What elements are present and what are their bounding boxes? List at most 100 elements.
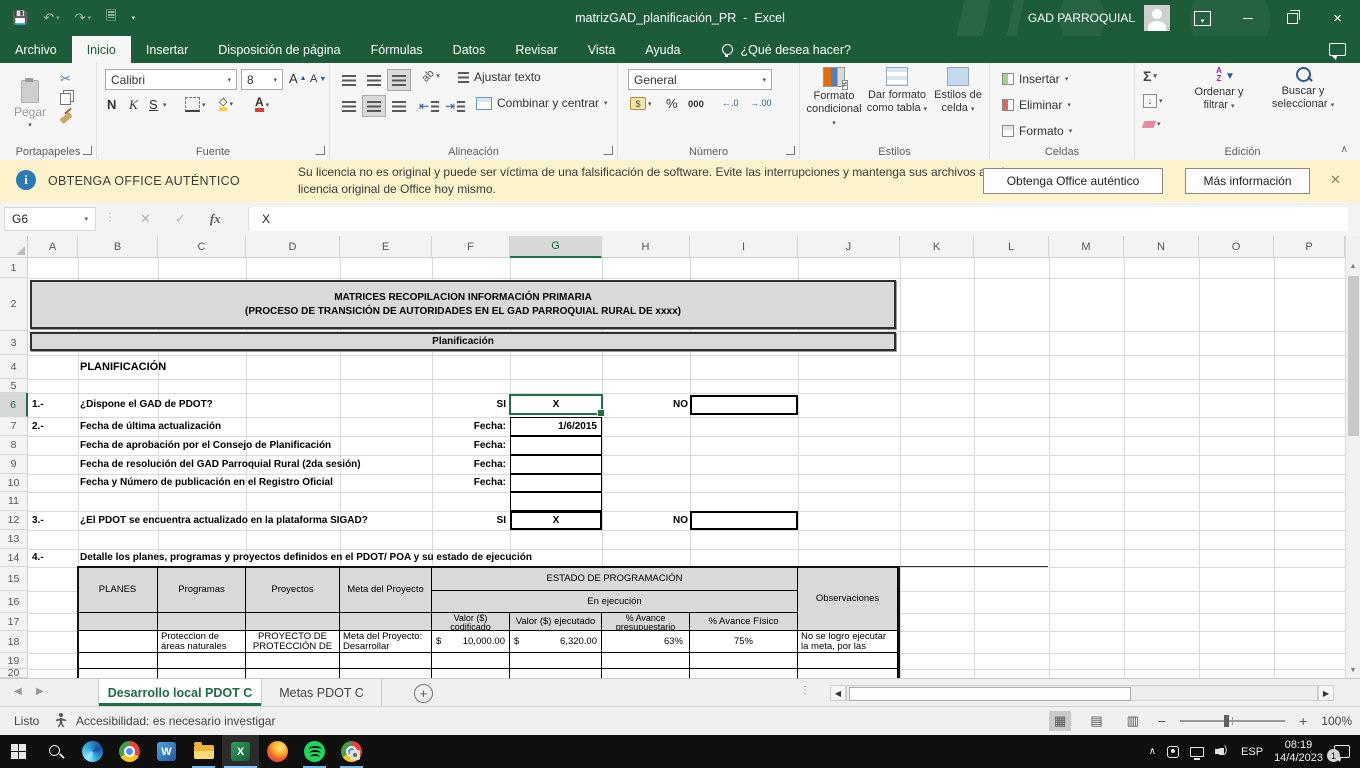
taskbar-excel[interactable] (222, 735, 259, 768)
row-header-13[interactable]: 13 (0, 530, 28, 549)
row-header-15[interactable]: 15 (0, 567, 28, 591)
cell-q4-date-box[interactable] (510, 455, 602, 474)
ribbon-display-options-icon[interactable]: ▾ (1180, 0, 1225, 36)
table-cell-meta[interactable]: Meta del Proyecto:Desarrollar (340, 631, 432, 653)
tab-insertar[interactable]: Insertar (131, 36, 203, 63)
column-header-E[interactable]: E (340, 236, 432, 258)
wrap-text-button[interactable]: Ajustar texto (458, 70, 541, 84)
decrease-indent-icon[interactable]: ⇤ (418, 96, 440, 116)
font-color-icon[interactable]: A▾ (255, 97, 269, 112)
format-painter-icon[interactable] (60, 115, 72, 121)
increase-indent-icon[interactable]: ⇥ (444, 96, 466, 116)
column-header-H[interactable]: H (602, 236, 690, 258)
dialog-launcher-icon[interactable] (83, 146, 92, 155)
align-bottom-icon[interactable] (388, 70, 410, 90)
collapse-ribbon-icon[interactable]: ∧ (1341, 144, 1348, 155)
hscroll-left-icon[interactable]: ◀ (830, 685, 846, 701)
cell-q1-text[interactable]: ¿Dispone el GAD de PDOT? (80, 393, 213, 417)
accounting-format-icon[interactable]: $▾ (630, 97, 652, 110)
taskbar-firefox[interactable] (259, 735, 296, 768)
row-header-4[interactable]: 4 (0, 355, 28, 379)
zoom-out-icon[interactable]: − (1158, 713, 1166, 729)
taskbar-chrome-profile[interactable] (333, 735, 370, 768)
table-cell-avance-presupuestario[interactable]: 63% (602, 631, 690, 653)
dialog-launcher-icon[interactable] (316, 146, 325, 155)
minimize-button[interactable] (1225, 0, 1270, 36)
column-header-K[interactable]: K (900, 236, 974, 258)
column-header-G[interactable]: G (510, 236, 602, 258)
percent-style-icon[interactable]: % (666, 96, 678, 111)
formula-input[interactable]: X (248, 207, 1348, 231)
row-header-8[interactable]: 8 (0, 436, 28, 455)
fill-color-icon[interactable]: ◇▾ (219, 97, 233, 111)
cell-q3-text[interactable]: Fecha de aprobación por el Consejo de Pl… (80, 436, 331, 455)
close-warning-icon[interactable]: ✕ (1330, 172, 1341, 188)
row-header-2[interactable]: 2 (0, 278, 28, 331)
cell-q5-fecha-label[interactable]: Fecha: (432, 474, 506, 492)
cell-q1-number[interactable]: 1.- (32, 393, 44, 417)
table-cell-empty[interactable] (798, 669, 898, 678)
fill-icon[interactable]: ↓▾ (1143, 94, 1163, 108)
cell-q1-no-label[interactable]: NO (602, 393, 688, 417)
taskbar-chrome[interactable] (111, 735, 148, 768)
format-cells-button[interactable]: Formato▾ (1002, 120, 1072, 142)
table-cell-empty[interactable] (798, 653, 898, 669)
table-cell-empty[interactable] (340, 653, 432, 669)
delete-cells-button[interactable]: Eliminar▾ (1002, 94, 1071, 116)
align-left-icon[interactable] (338, 96, 360, 116)
cell-q6-number[interactable]: 3.- (32, 511, 44, 530)
comments-icon[interactable] (1329, 43, 1346, 56)
taskbar-word[interactable] (148, 735, 185, 768)
table-header-programas[interactable]: Programas (158, 567, 246, 613)
column-header-A[interactable]: A (28, 236, 78, 258)
font-size-select[interactable]: 8▾ (241, 69, 283, 90)
cell-q2-text[interactable]: Fecha de última actualización (80, 417, 221, 436)
page-break-view-icon[interactable]: ▥ (1122, 711, 1144, 731)
get-genuine-office-button[interactable]: Obtenga Office auténtico (983, 168, 1163, 194)
table-header-avance-presupuestario[interactable]: % Avancepresupuestario (602, 613, 690, 631)
cell-q4-text[interactable]: Fecha de resolución del GAD Parroquial R… (80, 455, 361, 474)
table-cell-empty[interactable] (510, 669, 602, 678)
bold-button[interactable]: N (107, 97, 116, 112)
align-top-icon[interactable] (338, 70, 360, 90)
sort-filter-button[interactable]: AZ ▼ Ordenar yfiltrar ▾ (1181, 67, 1257, 113)
next-sheet-icon[interactable]: ▶ (36, 686, 44, 697)
column-header-I[interactable]: I (690, 236, 798, 258)
cell-row11-box[interactable] (510, 492, 602, 511)
table-header-meta[interactable]: Meta del Proyecto (340, 567, 432, 613)
tab-disposicion[interactable]: Disposición de página (203, 36, 355, 63)
scroll-up-icon[interactable]: ▲ (1346, 258, 1360, 274)
autosum-icon[interactable]: Σ▾ (1143, 68, 1157, 84)
table-cell-proyecto[interactable]: PROYECTO DEPROTECCIÓN DE (246, 631, 340, 653)
taskbar-spotify[interactable] (296, 735, 333, 768)
tab-formulas[interactable]: Fórmulas (356, 36, 438, 63)
row-header-1[interactable]: 1 (0, 258, 28, 278)
row-header-18[interactable]: 18 (0, 631, 28, 653)
account-chip[interactable]: GAD PARROQUIAL (1028, 5, 1170, 31)
scroll-down-icon[interactable]: ▼ (1346, 662, 1360, 678)
dialog-launcher-icon[interactable] (604, 146, 613, 155)
insert-function-icon[interactable]: fx (210, 211, 221, 227)
enter-icon[interactable]: ✓ (175, 211, 186, 227)
column-header-P[interactable]: P (1274, 236, 1345, 258)
cell-q6-si-box[interactable]: X (510, 511, 602, 530)
column-header-F[interactable]: F (432, 236, 510, 258)
zoom-slider-thumb[interactable] (1224, 715, 1229, 727)
column-header-N[interactable]: N (1124, 236, 1199, 258)
table-header-empty[interactable] (78, 613, 158, 631)
table-cell-observaciones[interactable]: No se logro ejecutarla meta, por las (798, 631, 898, 653)
table-header-empty[interactable] (158, 613, 246, 631)
cell-q6-no-box[interactable] (690, 511, 798, 530)
tray-app-icon[interactable] (1167, 746, 1179, 758)
row-header-11[interactable]: 11 (0, 492, 28, 511)
cell-q3-fecha-label[interactable]: Fecha: (432, 436, 506, 455)
table-cell-empty[interactable] (510, 653, 602, 669)
find-select-button[interactable]: Buscar yseleccionar ▾ (1263, 67, 1343, 112)
cell-q2-number[interactable]: 2.- (32, 417, 44, 436)
table-header-valor-codificado[interactable]: Valor ($)codificado (432, 613, 510, 631)
cell-q5-text[interactable]: Fecha y Número de publicación en el Regi… (80, 474, 333, 492)
table-header-avance-fisico[interactable]: % Avance Físico (690, 613, 798, 631)
row-header-9[interactable]: 9 (0, 455, 28, 474)
row-header-12[interactable]: 12 (0, 511, 28, 530)
row-header-20[interactable]: 20 (0, 669, 28, 678)
